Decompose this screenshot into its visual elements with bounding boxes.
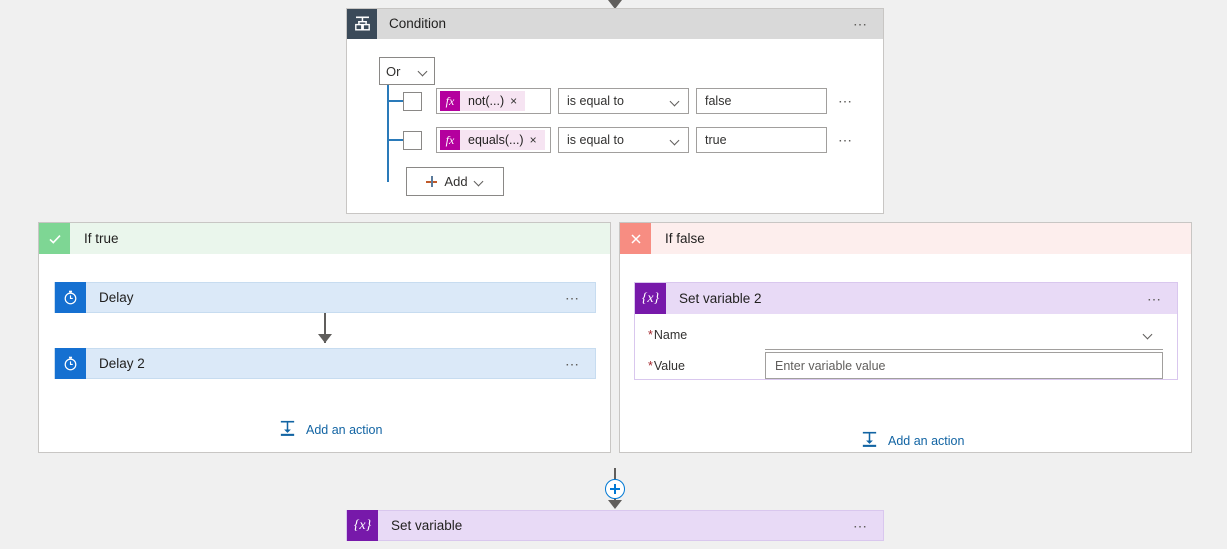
condition-row-operator-select[interactable]: is equal to [558, 88, 689, 114]
condition-row-operator-value: is equal to [567, 133, 624, 147]
condition-row-left-operand-field[interactable]: fx equals(...) × [436, 127, 551, 153]
branch-if-true-header: If true [39, 223, 610, 254]
plus-icon [426, 176, 438, 187]
flow-designer-canvas: Condition ⋯ Or fx not(...) × is equal to [0, 0, 1227, 549]
close-icon[interactable]: × [530, 133, 537, 147]
condition-body: Or [347, 39, 883, 85]
condition-row-checkbox[interactable] [403, 91, 422, 111]
action-card-delay-title: Delay [99, 290, 134, 305]
clock-icon [55, 348, 86, 379]
insert-step-button[interactable] [605, 479, 625, 499]
action-card-delay-2-menu-button[interactable]: ⋯ [551, 357, 595, 371]
condition-tree-stub [387, 100, 403, 102]
set-variable-2-name-row: *Name [635, 319, 1177, 350]
check-icon [39, 223, 70, 254]
action-card-delay-menu-button[interactable]: ⋯ [551, 291, 595, 305]
expression-token-label: equals(...) [468, 133, 524, 147]
action-card-set-variable-2-header[interactable]: {x} Set variable 2 ⋯ [635, 283, 1177, 314]
insert-action-icon [860, 430, 879, 452]
chevron-down-icon [475, 177, 484, 186]
action-card-delay[interactable]: Delay ⋯ [54, 282, 596, 313]
condition-row-value-text: true [705, 133, 727, 147]
expression-token[interactable]: fx not(...) × [440, 91, 526, 111]
condition-group-operator-value: Or [386, 63, 401, 79]
insert-action-icon [278, 419, 297, 441]
set-variable-2-name-label: *Name [648, 328, 765, 342]
set-variable-2-value-label: *Value [648, 359, 765, 373]
action-card-delay-2-title: Delay 2 [99, 356, 145, 371]
condition-row-value-input[interactable]: true [696, 127, 827, 153]
chevron-down-icon [419, 67, 428, 76]
action-card-set-variable-title: Set variable [391, 518, 463, 533]
set-variable-2-name-combobox[interactable] [765, 319, 1163, 350]
branch-if-false-header: If false [620, 223, 1191, 254]
condition-title: Condition [389, 16, 447, 31]
set-variable-2-value-label-text: Value [653, 358, 685, 373]
condition-icon [347, 8, 377, 39]
set-variable-2-value-row: *Value Enter variable value [635, 350, 1177, 381]
connector-arrow-into-set-variable [608, 500, 622, 509]
fx-icon: fx [440, 91, 460, 111]
condition-row-checkbox[interactable] [403, 130, 422, 150]
condition-row-operator-select[interactable]: is equal to [558, 127, 689, 153]
action-card-set-variable-2-menu-button[interactable]: ⋯ [1133, 292, 1177, 306]
expression-token[interactable]: fx equals(...) × [440, 130, 545, 150]
close-icon [620, 223, 651, 254]
variable-icon: {x} [635, 283, 666, 314]
chevron-down-icon [671, 97, 680, 106]
action-card-set-variable-menu-button[interactable]: ⋯ [839, 519, 883, 533]
variable-icon: {x} [347, 510, 378, 541]
condition-menu-button[interactable]: ⋯ [839, 17, 883, 31]
condition-row-operator-value: is equal to [567, 94, 624, 108]
branch-if-true-title: If true [84, 231, 119, 246]
set-variable-2-value-placeholder: Enter variable value [775, 358, 886, 373]
chevron-down-icon [671, 136, 680, 145]
condition-row-menu-button[interactable]: ⋯ [827, 94, 854, 108]
condition-row-menu-button[interactable]: ⋯ [827, 133, 854, 147]
chevron-down-icon [1144, 330, 1153, 339]
connector-arrow-delay [318, 334, 332, 343]
variable-icon-glyph: {x} [641, 290, 660, 306]
add-condition-row-button[interactable]: Add [406, 167, 504, 196]
action-card-delay-2[interactable]: Delay 2 ⋯ [54, 348, 596, 379]
condition-row-value-text: false [705, 94, 732, 108]
condition-card-header[interactable]: Condition ⋯ [347, 8, 883, 39]
action-card-set-variable-2-title: Set variable 2 [679, 291, 762, 306]
add-an-action-link-true[interactable]: Add an action [278, 419, 382, 441]
variable-icon-glyph: {x} [353, 517, 372, 533]
condition-tree-stub [387, 139, 403, 141]
condition-row-left-operand-field[interactable]: fx not(...) × [436, 88, 551, 114]
set-variable-2-name-label-text: Name [653, 327, 688, 342]
fx-icon: fx [440, 130, 460, 150]
condition-row: fx equals(...) × is equal to true ⋯ [403, 127, 854, 153]
action-card-set-variable[interactable]: {x} Set variable ⋯ [346, 510, 884, 541]
condition-group-operator-select[interactable]: Or [379, 57, 435, 85]
required-asterisk: * [648, 327, 653, 342]
condition-row-value-input[interactable]: false [696, 88, 827, 114]
add-condition-row-label: Add [444, 174, 468, 189]
required-asterisk: * [648, 358, 653, 373]
condition-row: fx not(...) × is equal to false ⋯ [403, 88, 854, 114]
add-an-action-label-true: Add an action [306, 423, 383, 437]
connector-line-bottom-top [614, 468, 616, 479]
clock-icon [55, 282, 86, 313]
close-icon[interactable]: × [510, 94, 517, 108]
action-card-set-variable-2[interactable]: {x} Set variable 2 ⋯ *Name *Value Enter … [634, 282, 1178, 380]
add-an-action-label-false: Add an action [888, 434, 965, 448]
branch-if-false-title: If false [665, 231, 705, 246]
set-variable-2-value-input[interactable]: Enter variable value [765, 352, 1163, 379]
add-an-action-link-false[interactable]: Add an action [860, 430, 964, 452]
expression-token-label: not(...) [468, 94, 505, 108]
